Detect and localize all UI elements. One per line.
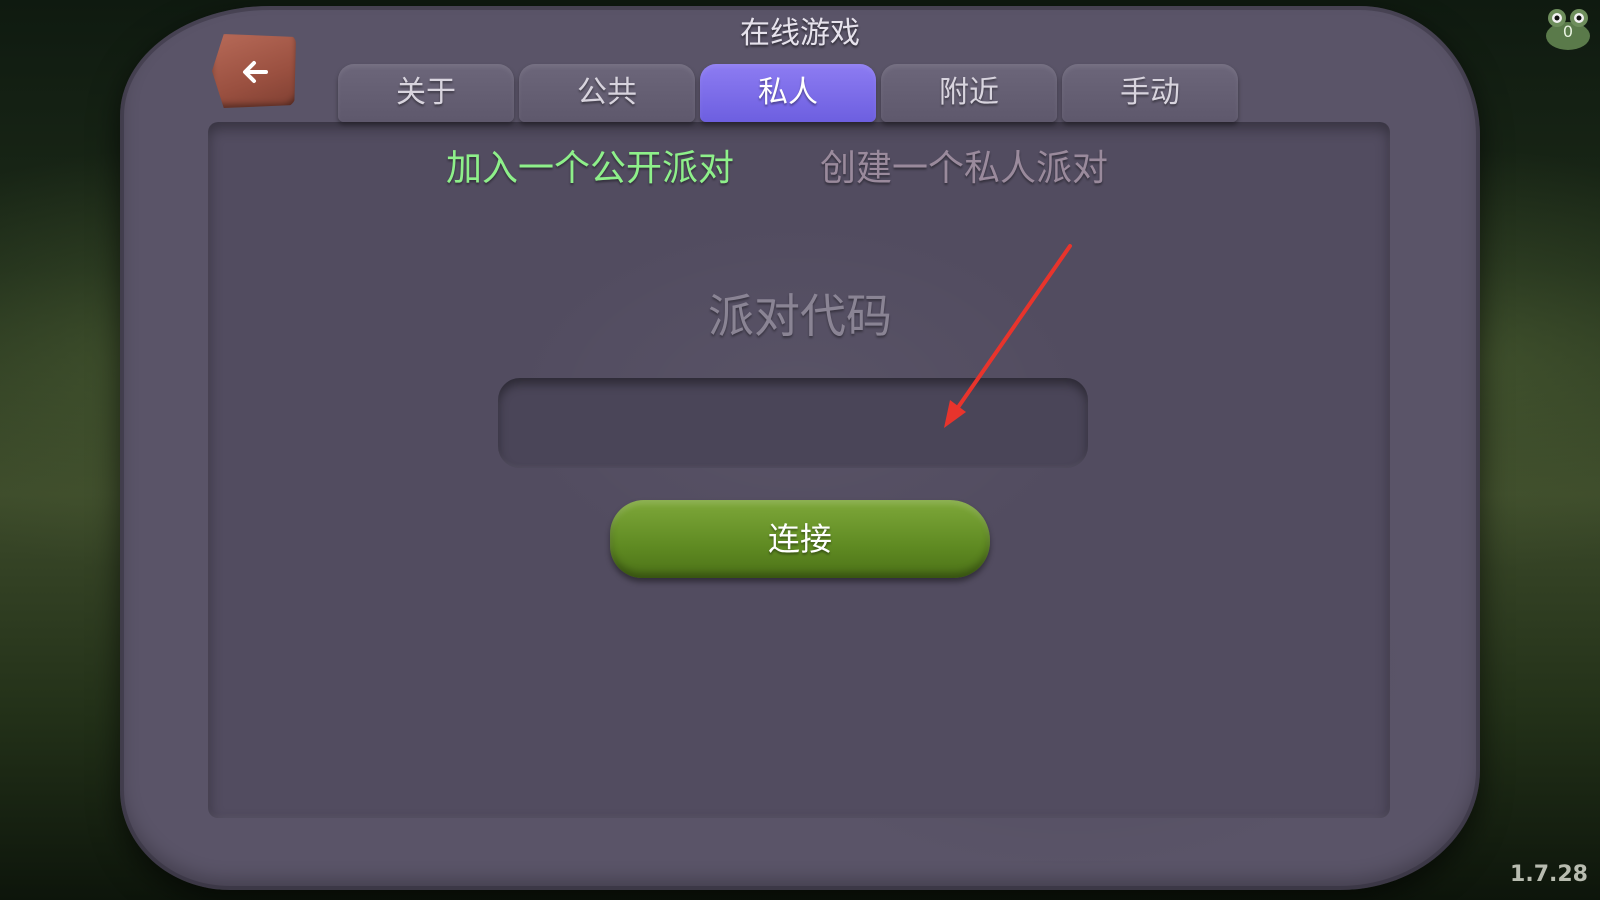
tab-manual[interactable]: 手动 xyxy=(1062,64,1238,122)
subtab-join-public-party[interactable]: 加入一个公开派对 xyxy=(446,144,734,194)
tab-about[interactable]: 关于 xyxy=(338,64,514,122)
tab-public[interactable]: 公共 xyxy=(519,64,695,122)
mascot-count: 0 xyxy=(1562,22,1574,41)
connect-button[interactable]: 连接 xyxy=(610,500,990,578)
tab-nearby[interactable]: 附近 xyxy=(881,64,1057,122)
back-button[interactable] xyxy=(212,34,296,108)
tab-private[interactable]: 私人 xyxy=(700,64,876,122)
version-label: 1.7.28 xyxy=(1510,862,1588,887)
arrow-left-icon xyxy=(243,61,268,83)
screen-title: 在线游戏 xyxy=(740,16,860,51)
subtab-create-private-party[interactable]: 创建一个私人派对 xyxy=(820,144,1108,194)
content-panel xyxy=(208,122,1390,818)
annotation-arrow-icon xyxy=(944,244,1072,428)
